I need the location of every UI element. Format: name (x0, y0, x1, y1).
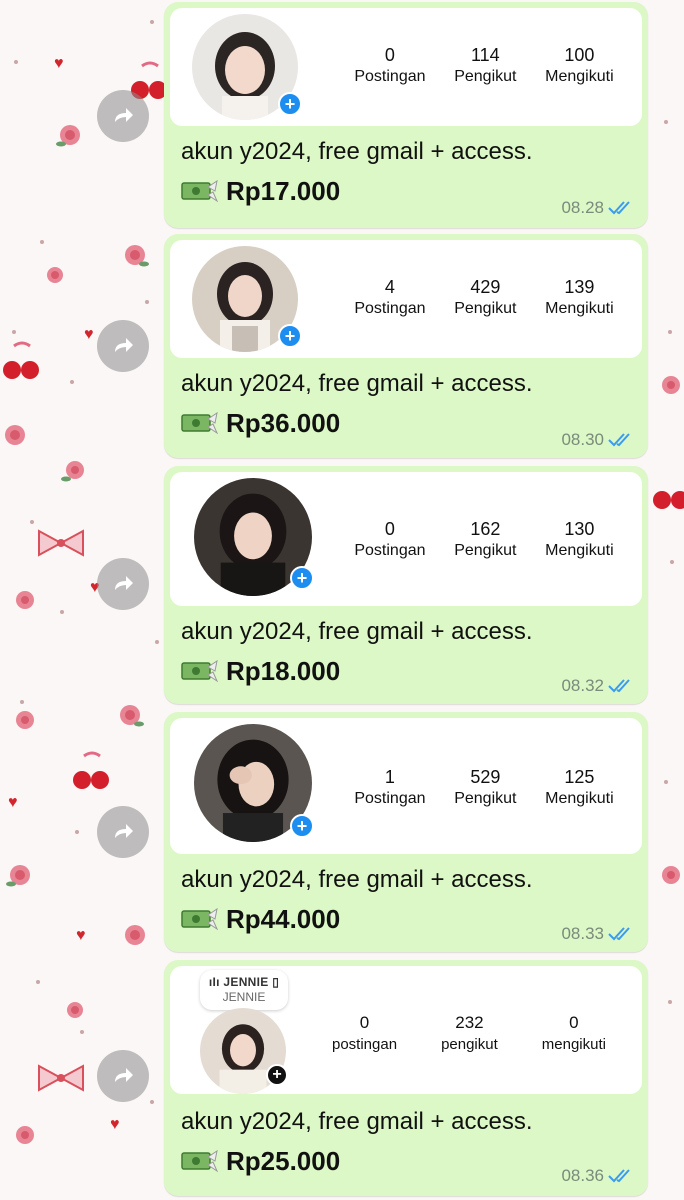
price-line: Rp44.000 (180, 902, 340, 936)
stat-followers: 429 Pengikut (454, 277, 517, 317)
money-with-wings-icon (181, 179, 218, 203)
money-with-wings-icon (181, 411, 218, 435)
profile-screenshot: + 1 Postingan 529 Pengikut 125 Mengikuti (170, 718, 642, 854)
message-text: akun y2024, free gmail + access. (181, 866, 533, 893)
forward-button[interactable] (97, 320, 149, 372)
stat-following: 100 Mengikuti (545, 45, 614, 85)
profile-screenshot: + 0 Postingan 114 Pengikut 100 Mengikuti (170, 8, 642, 126)
add-story-icon: + (290, 814, 314, 838)
double-check-icon (608, 1169, 630, 1183)
double-check-icon (608, 433, 630, 447)
stat-followers: 162 Pengikut (454, 519, 517, 559)
stat-following: 130 Mengikuti (545, 519, 614, 559)
profile-screenshot: + 0 Postingan 162 Pengikut 130 Mengikuti (170, 472, 642, 606)
price-amount: Rp17.000 (226, 175, 341, 206)
price-amount: Rp36.000 (226, 407, 341, 438)
double-check-icon (608, 201, 630, 215)
stat-posts: 0 Postingan (354, 45, 426, 85)
forward-button[interactable] (97, 558, 149, 610)
forward-button[interactable] (97, 1050, 149, 1102)
price-line: Rp25.000 (180, 1144, 340, 1178)
money-with-wings-icon (181, 1149, 218, 1173)
message-time: 08.30 (561, 430, 634, 450)
add-story-icon: + (278, 92, 302, 116)
price-line: Rp17.000 (180, 174, 340, 208)
stat-followers: 529 Pengikut (454, 767, 517, 807)
money-with-wings-icon (181, 659, 218, 683)
message-bubble[interactable]: ıIı JENNIE ▯ JENNIE + 0 postingan 232 peng… (164, 960, 648, 1196)
add-story-icon: + (290, 566, 314, 590)
message-bubble[interactable]: + 1 Postingan 529 Pengikut 125 Mengikuti ak… (164, 712, 648, 952)
message-bubble[interactable]: + 0 Postingan 162 Pengikut 130 Mengikuti ak… (164, 466, 648, 704)
profile-screenshot: ıIı JENNIE ▯ JENNIE + 0 postingan 232 peng… (170, 966, 642, 1094)
stat-posts: 0 postingan (332, 1013, 398, 1053)
message-text: akun y2024, free gmail + access. (181, 138, 533, 165)
profile-note: ıIı JENNIE ▯ JENNIE (200, 970, 288, 1010)
profile-stats: 0 postingan 232 pengikut 0 mengikuti (310, 1012, 628, 1056)
double-check-icon (608, 927, 630, 941)
stat-following: 139 Mengikuti (545, 277, 614, 317)
message-text: akun y2024, free gmail + access. (181, 618, 533, 645)
message-time: 08.28 (561, 198, 634, 218)
stat-following: 125 Mengikuti (545, 767, 614, 807)
message-bubble[interactable]: + 4 Postingan 429 Pengikut 139 Mengikuti ak… (164, 234, 648, 458)
message-time: 08.36 (561, 1166, 634, 1186)
price-line: Rp18.000 (180, 654, 340, 688)
forward-arrow-icon (115, 1068, 133, 1082)
stat-posts: 1 Postingan (354, 767, 426, 807)
forward-arrow-icon (115, 108, 133, 122)
message-text: akun y2024, free gmail + access. (181, 370, 533, 397)
forward-arrow-icon (115, 576, 133, 590)
forward-button[interactable] (97, 90, 149, 142)
stat-following: 0 mengikuti (541, 1013, 606, 1053)
price-amount: Rp25.000 (226, 1145, 341, 1176)
forward-button[interactable] (97, 806, 149, 858)
profile-stats: 4 Postingan 429 Pengikut 139 Mengikuti (340, 276, 628, 320)
stat-followers: 232 pengikut (441, 1013, 498, 1053)
price-amount: Rp44.000 (226, 903, 341, 934)
forward-arrow-icon (115, 338, 133, 352)
message-bubble[interactable]: + 0 Postingan 114 Pengikut 100 Mengikuti ak… (164, 2, 648, 228)
message-time: 08.33 (561, 924, 634, 944)
profile-stats: 0 Postingan 162 Pengikut 130 Mengikuti (340, 518, 628, 562)
double-check-icon (608, 679, 630, 693)
price-amount: Rp18.000 (226, 655, 341, 686)
message-text: akun y2024, free gmail + access. (181, 1108, 533, 1135)
add-story-icon: + (266, 1064, 288, 1086)
stat-followers: 114 Pengikut (454, 45, 517, 85)
stat-posts: 4 Postingan (354, 277, 426, 317)
price-line: Rp36.000 (180, 406, 340, 440)
money-with-wings-icon (181, 907, 218, 931)
stat-posts: 0 Postingan (354, 519, 426, 559)
profile-stats: 0 Postingan 114 Pengikut 100 Mengikuti (340, 44, 628, 88)
profile-screenshot: + 4 Postingan 429 Pengikut 139 Mengikuti (170, 240, 642, 358)
profile-stats: 1 Postingan 529 Pengikut 125 Mengikuti (340, 766, 628, 810)
add-story-icon: + (278, 324, 302, 348)
forward-arrow-icon (115, 824, 133, 838)
message-time: 08.32 (561, 676, 634, 696)
